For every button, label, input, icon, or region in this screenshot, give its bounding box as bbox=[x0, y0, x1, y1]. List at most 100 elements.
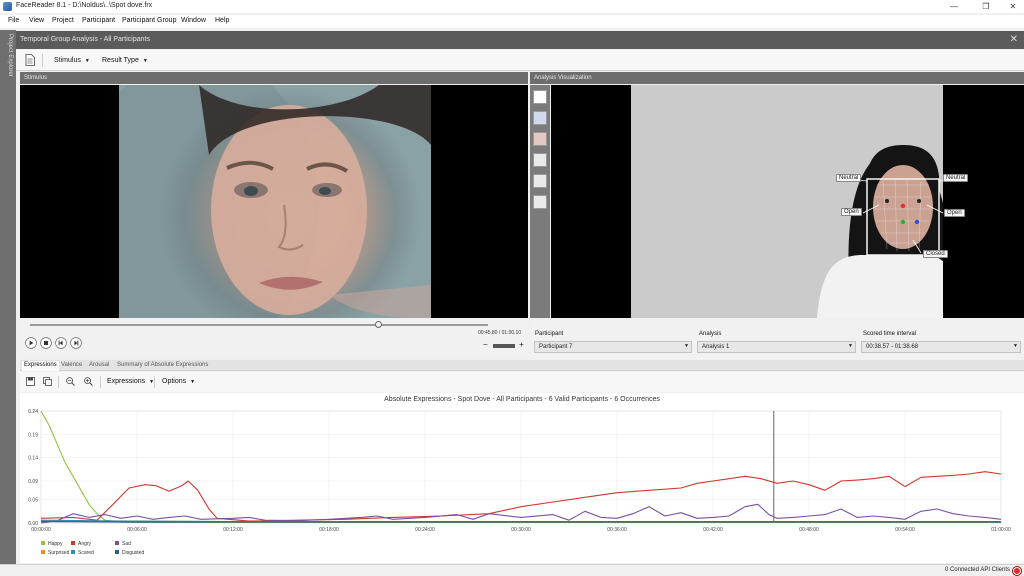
toolbar-divider bbox=[58, 376, 59, 388]
seek-thumb[interactable] bbox=[374, 321, 382, 328]
toolbar-divider bbox=[154, 376, 155, 388]
caret-down-icon: ▼ bbox=[1013, 343, 1018, 349]
legend-label-disgusted: Disgusted bbox=[122, 550, 144, 556]
scored-interval-select-value: 00:38.57 - 01:38.68 bbox=[866, 344, 919, 350]
menu-file[interactable]: File bbox=[8, 17, 19, 24]
minimize-button[interactable]: — bbox=[944, 0, 964, 13]
y-tick-label: 0.00 bbox=[28, 521, 38, 527]
toolbar-divider bbox=[100, 376, 101, 388]
step-forward-icon[interactable] bbox=[70, 337, 82, 349]
face-mesh-icon[interactable] bbox=[533, 132, 547, 146]
expressions-dropdown[interactable]: Expressions ▼ bbox=[107, 378, 154, 385]
playback-time: 00:45.80 / 01:00.10 bbox=[478, 330, 522, 336]
analysis-face-illustration bbox=[631, 85, 961, 318]
result-type-dropdown[interactable]: Result Type ▼ bbox=[102, 57, 148, 64]
copy-icon[interactable] bbox=[43, 377, 52, 386]
legend-label-sad: Sad bbox=[122, 541, 131, 547]
stimulus-controls: 00:45.80 / 01:00.10 − + bbox=[20, 318, 528, 356]
menu-help[interactable]: Help bbox=[215, 17, 229, 24]
menu-project[interactable]: Project bbox=[52, 17, 74, 24]
project-explorer-label: Project Explorer bbox=[7, 34, 13, 77]
caret-down-icon: ▼ bbox=[84, 58, 90, 64]
legend-label-happy: Happy bbox=[48, 541, 63, 547]
y-tick-label: 0.05 bbox=[28, 498, 38, 504]
stop-icon[interactable] bbox=[40, 337, 52, 349]
zoom-out-icon[interactable] bbox=[66, 377, 75, 386]
series-line-disgusted bbox=[40, 521, 1001, 523]
app-icon bbox=[3, 2, 12, 11]
analysis-video-frame: Neutral Neutral Open Open Closed bbox=[631, 85, 969, 318]
legend-swatch-disgusted bbox=[115, 550, 119, 554]
caret-down-icon: ▼ bbox=[142, 58, 148, 64]
analysis-video[interactable]: Neutral Neutral Open Open Closed bbox=[551, 85, 1024, 318]
stimulus-video[interactable] bbox=[20, 85, 528, 318]
volume-slider[interactable] bbox=[493, 344, 515, 348]
tab-arousal[interactable]: Arousal bbox=[87, 361, 111, 371]
menu-view[interactable]: View bbox=[29, 17, 44, 24]
expressions-chart[interactable]: 00:00:00 00:06:00 00:12:00 00:18:00 00:24:00… bbox=[20, 393, 1024, 563]
stimulus-face-illustration bbox=[79, 85, 431, 318]
face-label-closed: Closed bbox=[923, 250, 948, 258]
analysis-label: Analysis bbox=[699, 331, 722, 337]
participant-label: Participant bbox=[535, 331, 564, 337]
bottom-tab-bar: Expressions Valence Arousal Summary of A… bbox=[20, 360, 1024, 371]
scored-interval-select[interactable]: 00:38.57 - 01:38.68 ▼ bbox=[861, 341, 1021, 353]
api-status-indicator-icon bbox=[1013, 567, 1021, 575]
step-back-icon[interactable] bbox=[55, 337, 67, 349]
menu-window[interactable]: Window bbox=[181, 17, 206, 24]
restore-button[interactable]: ❐ bbox=[976, 0, 996, 13]
play-icon[interactable] bbox=[25, 337, 37, 349]
menu-participant[interactable]: Participant bbox=[82, 17, 115, 24]
panel-close-button[interactable]: ✕ bbox=[1010, 34, 1018, 45]
y-tick-label: 0.09 bbox=[28, 479, 38, 485]
face-state-icon[interactable] bbox=[533, 174, 547, 188]
legend-swatch-angry bbox=[71, 541, 75, 545]
panel-title: Temporal Group Analysis - All Participan… bbox=[20, 36, 150, 43]
main-toolbar: Stimulus ▼ Result Type ▼ bbox=[16, 50, 1024, 71]
frame-view-icon[interactable] bbox=[533, 90, 547, 104]
analysis-select[interactable]: Analysis 1 ▼ bbox=[697, 341, 856, 353]
expressions-dropdown-label: Expressions bbox=[107, 378, 146, 385]
legend-label-angry: Angry bbox=[78, 541, 92, 547]
volume-decrease-button[interactable]: − bbox=[483, 340, 488, 349]
x-tick-label: 00:00:00 bbox=[31, 527, 51, 533]
stimulus-dropdown[interactable]: Stimulus ▼ bbox=[54, 57, 90, 64]
analysis-panel-header: Analysis Visualization bbox=[530, 72, 1024, 84]
save-icon[interactable] bbox=[26, 377, 35, 386]
y-tick-label: 0.19 bbox=[28, 432, 38, 438]
options-dropdown[interactable]: Options ▼ bbox=[162, 378, 195, 385]
participant-select[interactable]: Participant 7 ▼ bbox=[534, 341, 692, 353]
panel-header: Temporal Group Analysis - All Participan… bbox=[16, 31, 1024, 49]
result-type-dropdown-label: Result Type bbox=[102, 57, 139, 64]
scored-interval-label: Scored time interval bbox=[863, 331, 917, 337]
stimulus-panel-header: Stimulus bbox=[20, 72, 528, 84]
caret-down-icon: ▼ bbox=[190, 379, 196, 385]
face-model-icon[interactable] bbox=[533, 111, 547, 125]
expressions-chart-area: Absolute Expressions - Spot Dove - All P… bbox=[20, 393, 1024, 563]
y-tick-label: 0.14 bbox=[28, 456, 38, 462]
chart-toolbar: Expressions ▼ Options ▼ bbox=[20, 372, 1024, 392]
landmarks-icon[interactable] bbox=[533, 195, 547, 209]
face-label-open-left: Open bbox=[841, 208, 862, 216]
menu-bar: File View Project Participant Participan… bbox=[0, 15, 1024, 28]
head-orientation-icon[interactable] bbox=[533, 153, 547, 167]
zoom-in-icon[interactable] bbox=[84, 377, 93, 386]
legend-label-surprised: Surprised bbox=[48, 550, 70, 556]
seek-track[interactable] bbox=[30, 324, 488, 326]
tab-expressions[interactable]: Expressions bbox=[22, 361, 59, 371]
tab-valence[interactable]: Valence bbox=[59, 361, 84, 371]
tab-summary-absolute-expressions[interactable]: Summary of Absolute Expressions bbox=[115, 361, 210, 371]
window-title: FaceReader 8.1 - D:\Noldus\..\Spot dove.… bbox=[16, 2, 153, 9]
face-label-neutral-left: Neutral bbox=[836, 174, 862, 182]
close-window-button[interactable]: ✕ bbox=[1003, 0, 1023, 13]
stimulus-video-frame bbox=[79, 85, 431, 318]
x-tick-label: 00:48:00 bbox=[799, 527, 819, 533]
document-icon[interactable] bbox=[25, 54, 35, 66]
caret-down-icon: ▼ bbox=[848, 343, 853, 349]
volume-increase-button[interactable]: + bbox=[519, 340, 524, 349]
menu-participant-group[interactable]: Participant Group bbox=[122, 17, 176, 24]
project-explorer-strip[interactable]: Project Explorer bbox=[0, 30, 16, 564]
x-tick-label: 00:06:00 bbox=[127, 527, 147, 533]
toolbar-divider bbox=[42, 54, 43, 67]
x-tick-label: 00:54:00 bbox=[895, 527, 915, 533]
